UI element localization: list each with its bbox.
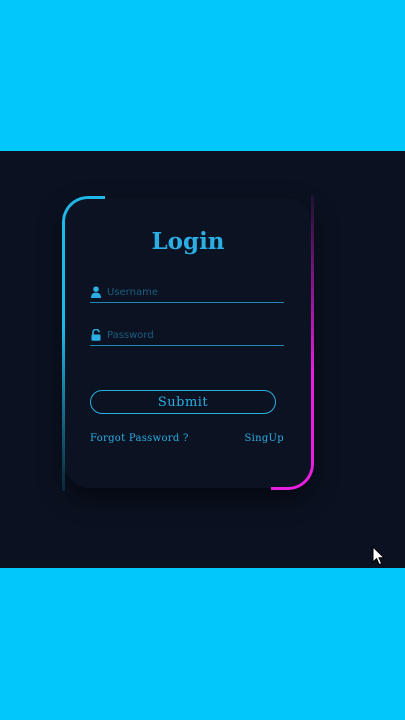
- username-input[interactable]: [107, 284, 284, 300]
- submit-button[interactable]: Submit: [90, 390, 276, 414]
- login-card: Login Submit Forgot Password ? SingUp: [62, 195, 314, 491]
- mouse-pointer-icon: [372, 546, 386, 566]
- login-stage: Login Submit Forgot Password ? SingUp: [0, 151, 405, 568]
- forgot-password-link[interactable]: Forgot Password ?: [90, 433, 189, 444]
- password-field-row: [90, 325, 284, 346]
- username-field-row: [90, 282, 284, 303]
- login-title: Login: [151, 228, 225, 255]
- unlock-icon: [90, 328, 102, 342]
- signup-link[interactable]: SingUp: [244, 433, 284, 444]
- user-icon: [90, 285, 102, 299]
- password-input[interactable]: [107, 327, 284, 343]
